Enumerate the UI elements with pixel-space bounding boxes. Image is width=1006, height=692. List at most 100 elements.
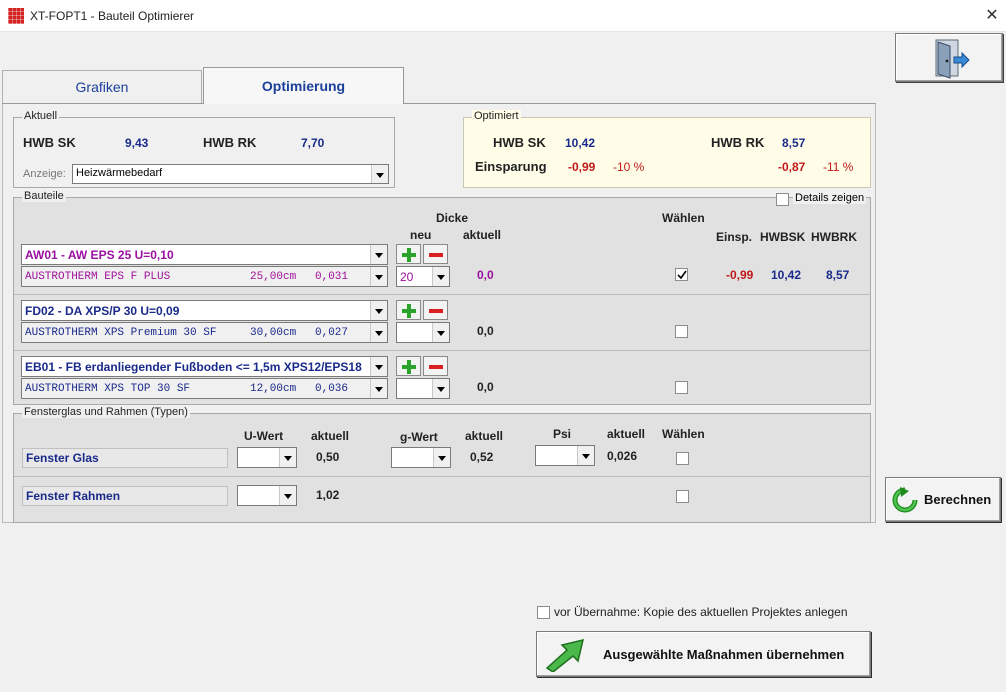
- header-dicke: Dicke: [436, 211, 469, 225]
- exit-button[interactable]: [895, 33, 1003, 82]
- title-bar: XT-FOPT1 - Bauteil Optimierer ✕: [0, 0, 1006, 32]
- bauteil-name-2: FD02 - DA XPS/P 30 U=0,09: [25, 304, 180, 318]
- einsparung-sk-pct: -10 %: [613, 160, 645, 174]
- remove-layer-button-2[interactable]: [423, 300, 448, 320]
- aktuell-hwb-rk-value: 7,70: [301, 136, 325, 150]
- bauteil-select-3[interactable]: EB01 - FB erdanliegender Fußboden <= 1,5…: [21, 356, 388, 377]
- anzeige-value: Heizwärmebedarf: [76, 167, 163, 179]
- waehlen-checkbox-2[interactable]: [675, 325, 688, 338]
- fenster-legend: Fensterglas und Rahmen (Typen): [22, 406, 190, 418]
- hwbrk-value-1: 8,57: [826, 268, 850, 282]
- chevron-down-icon: [433, 448, 450, 467]
- anzeige-select[interactable]: Heizwärmebedarf: [72, 164, 389, 184]
- chevron-down-icon: [370, 323, 387, 342]
- bauteile-group: Bauteile Details zeigen Dicke neu aktuel…: [13, 190, 871, 405]
- arrow-up-right-icon: [545, 638, 585, 672]
- chevron-down-icon: [371, 165, 388, 183]
- anzeige-label: Anzeige:: [23, 168, 66, 180]
- minus-icon: [429, 365, 443, 369]
- aktuell-hwb-rk-label: HWB RK: [203, 135, 257, 150]
- material-name-1: AUSTROTHERM EPS F PLUS: [25, 271, 171, 283]
- row-divider: [14, 350, 870, 351]
- material-lambda-1: 0,031: [315, 271, 349, 283]
- einsparung-rk-diff: -0,87: [778, 160, 806, 174]
- row-divider: [14, 294, 870, 295]
- tab-grafiken[interactable]: Grafiken: [2, 70, 202, 103]
- uebernehmen-button[interactable]: Ausgewählte Maßnahmen übernehmen: [536, 631, 871, 677]
- header-uwert: U-Wert: [244, 429, 284, 443]
- einsparung-rk-pct: -11 %: [823, 160, 854, 174]
- header-g-aktuell: aktuell: [465, 429, 504, 443]
- material-thickness-3: 12,00cm: [250, 383, 297, 395]
- material-select-3[interactable]: AUSTROTHERM XPS TOP 30 SF 12,00cm 0,036: [21, 378, 388, 399]
- waehlen-checkbox-3[interactable]: [675, 381, 688, 394]
- header-psi-aktuell: aktuell: [607, 427, 646, 441]
- fenster-glas-checkbox[interactable]: [676, 452, 689, 465]
- add-layer-button-2[interactable]: [396, 300, 421, 320]
- header-gwert: g-Wert: [400, 430, 438, 444]
- optimiert-hwb-rk-value: 8,57: [782, 136, 806, 150]
- material-thickness-2: 30,00cm: [250, 327, 297, 339]
- glas-uwert-select[interactable]: [237, 447, 297, 468]
- dicke-neu-select-2[interactable]: [396, 322, 450, 343]
- chevron-down-icon: [432, 267, 449, 286]
- tab-optimierung[interactable]: Optimierung: [203, 67, 404, 104]
- chevron-down-icon: [370, 301, 387, 320]
- minus-icon: [429, 253, 443, 257]
- material-name-3: AUSTROTHERM XPS TOP 30 SF: [25, 383, 191, 395]
- fenster-rahmen-field: Fenster Rahmen: [22, 486, 228, 506]
- checkmark-icon: [677, 270, 687, 280]
- fenster-glas-label: Fenster Glas: [26, 451, 99, 465]
- app-icon: [8, 8, 24, 24]
- fenster-group: Fensterglas und Rahmen (Typen) U-Wert ak…: [13, 406, 871, 523]
- optimiert-group: Optimiert HWB SK 10,42 HWB RK 8,57 Einsp…: [463, 110, 871, 188]
- plus-icon: [402, 304, 416, 318]
- add-layer-button-1[interactable]: [396, 244, 421, 264]
- bauteil-select-2[interactable]: FD02 - DA XPS/P 30 U=0,09: [21, 300, 388, 321]
- header-neu: neu: [410, 228, 432, 242]
- kopie-label: vor Übernahme: Kopie des aktuellen Proje…: [554, 605, 848, 619]
- material-name-2: AUSTROTHERM XPS Premium 30 SF: [25, 327, 217, 339]
- fenster-rahmen-checkbox[interactable]: [676, 490, 689, 503]
- einsp-value-1: -0,99: [726, 268, 754, 282]
- material-select-2[interactable]: AUSTROTHERM XPS Premium 30 SF 30,00cm 0,…: [21, 322, 388, 343]
- bauteil-name-1: AW01 - AW EPS 25 U=0,10: [25, 248, 174, 262]
- waehlen-checkbox-1[interactable]: [675, 268, 688, 281]
- bauteil-select-1[interactable]: AW01 - AW EPS 25 U=0,10: [21, 244, 388, 265]
- close-icon[interactable]: ✕: [982, 6, 1002, 26]
- material-thickness-1: 25,00cm: [250, 271, 297, 283]
- berechnen-button[interactable]: Berechnen: [885, 477, 1001, 522]
- material-select-1[interactable]: AUSTROTHERM EPS F PLUS 25,00cm 0,031: [21, 266, 388, 287]
- minus-icon: [429, 309, 443, 313]
- chevron-down-icon: [432, 379, 449, 398]
- uebernehmen-label: Ausgewählte Maßnahmen übernehmen: [603, 647, 845, 662]
- exit-door-icon: [935, 39, 970, 79]
- details-checkbox[interactable]: [776, 193, 789, 206]
- fenster-rahmen-label: Fenster Rahmen: [26, 489, 121, 503]
- add-layer-button-3[interactable]: [396, 356, 421, 376]
- chevron-down-icon: [279, 486, 296, 505]
- dicke-neu-select-1[interactable]: 20: [396, 266, 450, 287]
- glas-gwert-select[interactable]: [391, 447, 451, 468]
- chevron-down-icon: [370, 357, 387, 376]
- header-hwbrk: HWBRK: [811, 230, 857, 244]
- kopie-checkbox[interactable]: [537, 606, 550, 619]
- chevron-down-icon: [370, 267, 387, 286]
- fenster-glas-field: Fenster Glas: [22, 448, 228, 468]
- chevron-down-icon: [370, 379, 387, 398]
- chevron-down-icon: [432, 323, 449, 342]
- remove-layer-button-3[interactable]: [423, 356, 448, 376]
- bauteil-name-3: EB01 - FB erdanliegender Fußboden <= 1,5…: [25, 360, 362, 374]
- glas-psi-select[interactable]: [535, 445, 595, 466]
- rahmen-uwert-select[interactable]: [237, 485, 297, 506]
- dicke-neu-select-3[interactable]: [396, 378, 450, 399]
- header-hwbsk: HWBSK: [760, 230, 806, 244]
- header-fenster-waehlen: Wählen: [662, 427, 705, 441]
- plus-icon: [402, 360, 416, 374]
- remove-layer-button-1[interactable]: [423, 244, 448, 264]
- details-label: Details zeigen: [793, 192, 867, 204]
- dicke-neu-value-1: 20: [400, 270, 414, 284]
- glas-g-aktuell: 0,52: [470, 450, 494, 464]
- refresh-icon: [892, 487, 918, 513]
- plus-icon: [402, 248, 416, 262]
